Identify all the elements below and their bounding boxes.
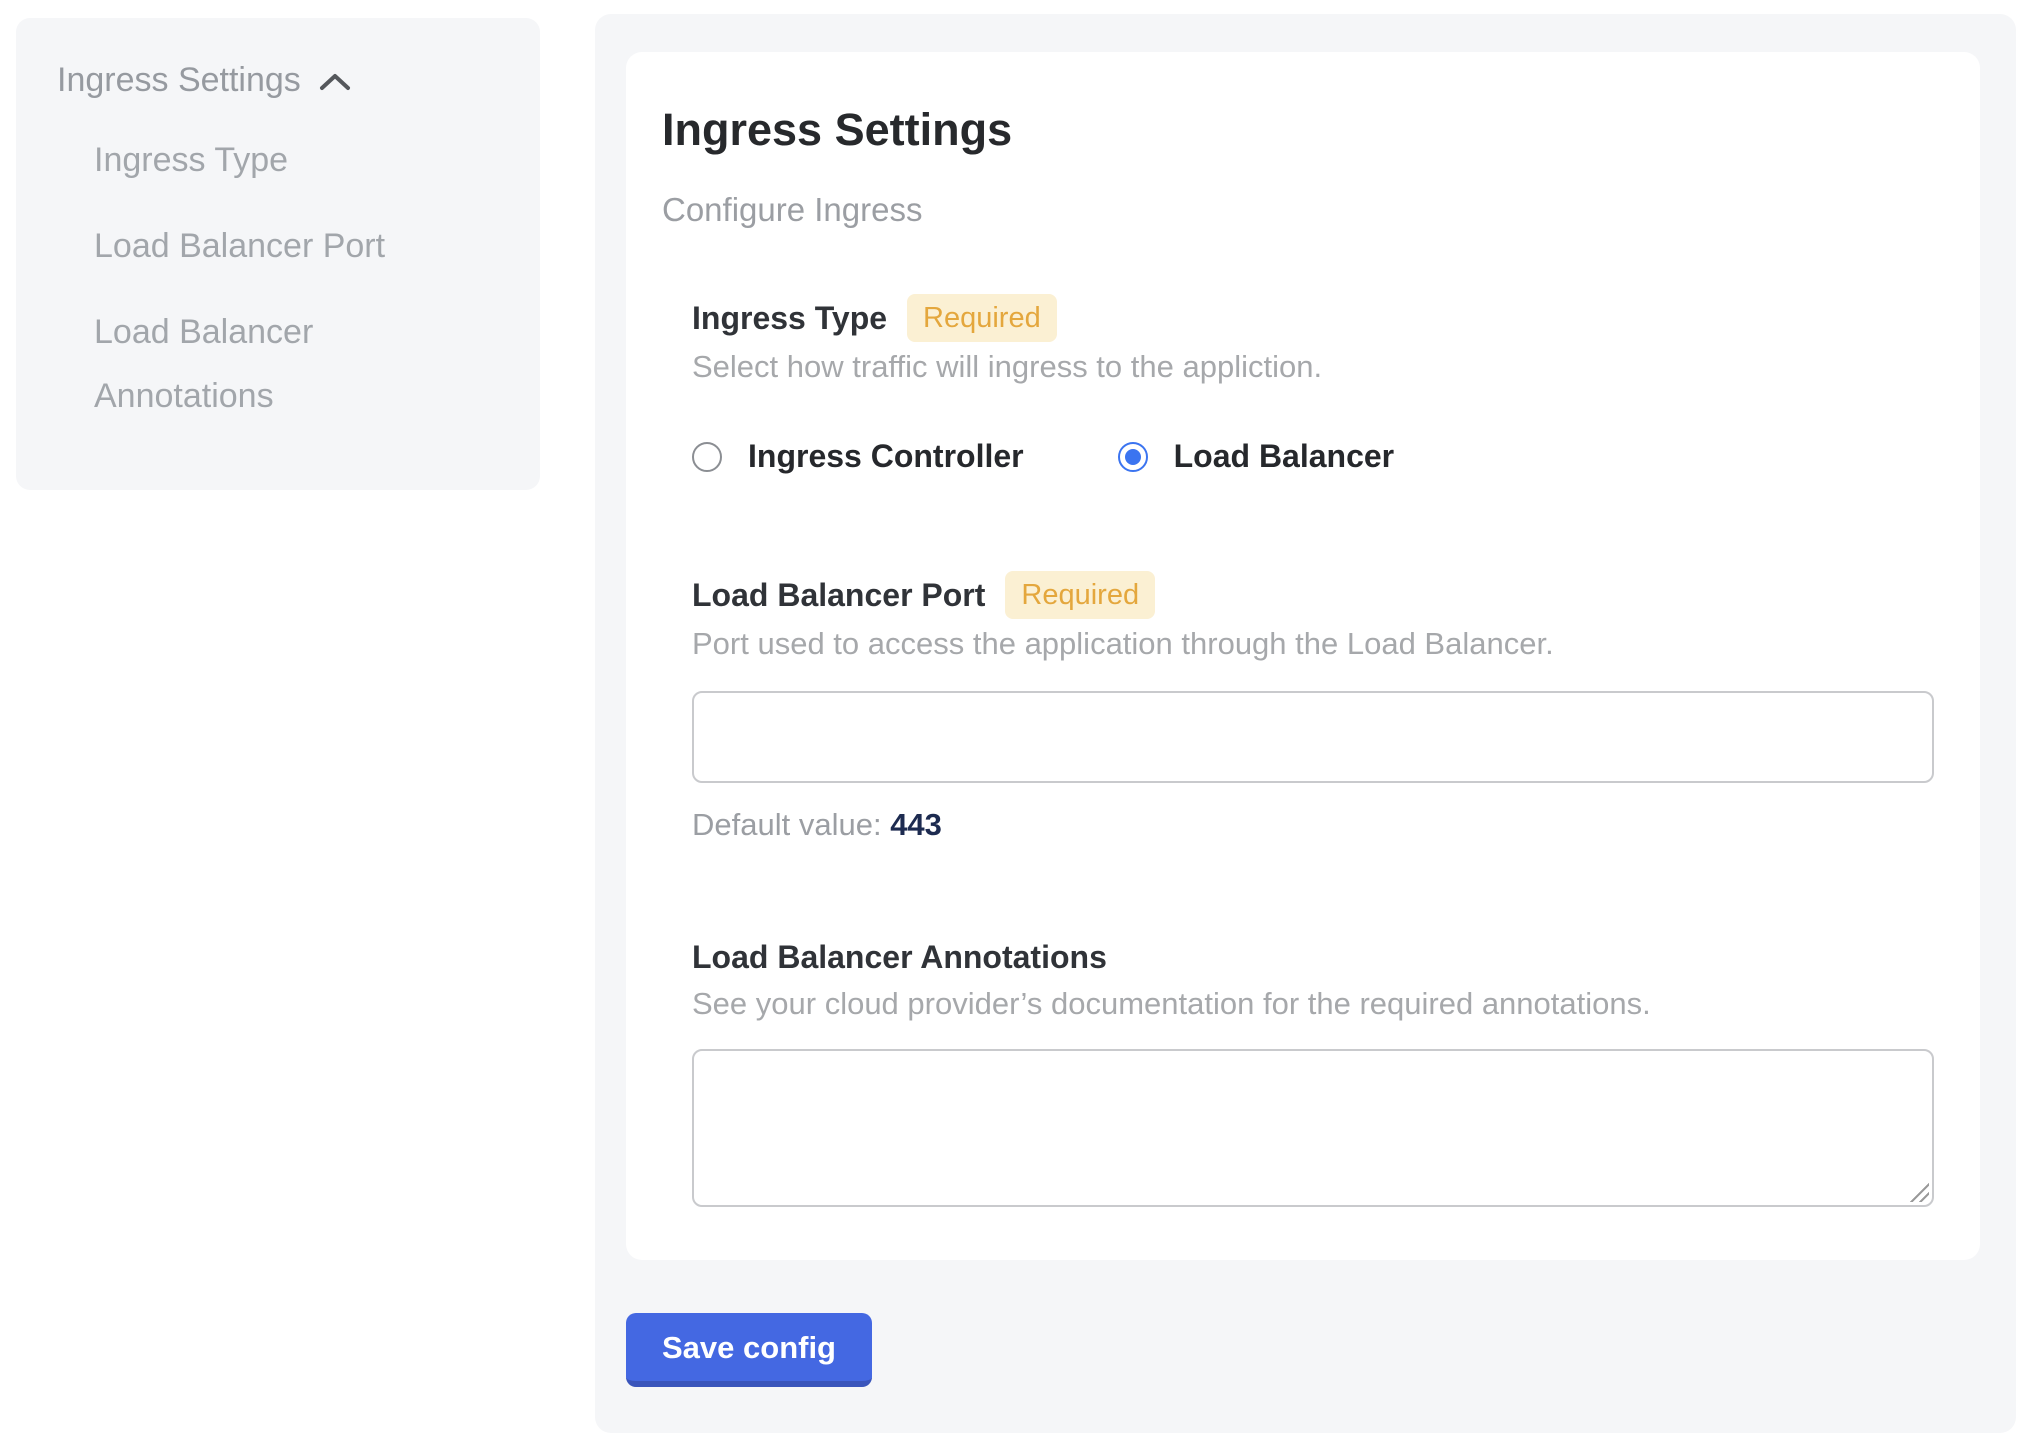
ingress-settings-card: Ingress Settings Configure Ingress Ingre… [626, 52, 1980, 1260]
chevron-up-icon[interactable] [319, 72, 351, 92]
page-title: Ingress Settings [662, 102, 1944, 158]
default-value-line: Default value: 443 [692, 807, 1934, 843]
sidebar-item-list: Ingress Type Load Balancer Port Load Bal… [94, 128, 504, 428]
radio-option-load-balancer[interactable]: Load Balancer [1118, 438, 1395, 475]
load-balancer-annotations-textarea[interactable] [692, 1049, 1934, 1207]
resize-handle-icon[interactable] [1909, 1182, 1929, 1202]
ingress-type-label: Ingress Type [692, 296, 887, 340]
radio-label-ingress-controller: Ingress Controller [748, 438, 1024, 475]
default-value-label: Default value: [692, 807, 882, 842]
sidebar-group-ingress-settings[interactable]: Ingress Settings [57, 58, 504, 102]
radio-dot [1125, 449, 1141, 465]
save-config-button[interactable]: Save config [626, 1313, 872, 1387]
settings-sidebar: Ingress Settings Ingress Type Load Balan… [16, 18, 540, 490]
load-balancer-annotations-help: See your cloud provider’s documentation … [692, 985, 1934, 1023]
load-balancer-annotations-label: Load Balancer Annotations [692, 935, 1107, 979]
ingress-type-section: Ingress Type Required Select how traffic… [692, 294, 1934, 475]
radio-option-ingress-controller[interactable]: Ingress Controller [692, 438, 1024, 475]
load-balancer-port-section: Load Balancer Port Required Port used to… [692, 571, 1934, 843]
default-value: 443 [890, 807, 942, 842]
sidebar-group-label: Ingress Settings [57, 58, 301, 102]
load-balancer-port-input[interactable] [692, 691, 1934, 783]
radio-checked-icon[interactable] [1118, 442, 1148, 472]
load-balancer-port-label: Load Balancer Port [692, 573, 985, 617]
load-balancer-annotations-section: Load Balancer Annotations See your cloud… [692, 935, 1934, 1207]
load-balancer-port-help: Port used to access the application thro… [692, 625, 1934, 663]
ingress-type-help: Select how traffic will ingress to the a… [692, 348, 1934, 386]
sidebar-item-load-balancer-annotations[interactable]: Load Balancer Annotations [94, 300, 446, 428]
radio-label-load-balancer: Load Balancer [1174, 438, 1395, 475]
page-subtitle: Configure Ingress [662, 190, 1944, 230]
sidebar-item-ingress-type[interactable]: Ingress Type [94, 128, 446, 192]
radio-unchecked-icon[interactable] [692, 442, 722, 472]
required-badge: Required [907, 294, 1057, 342]
ingress-type-radio-group: Ingress Controller Load Balancer [692, 438, 1934, 475]
ingress-settings-panel: Ingress Settings Configure Ingress Ingre… [595, 14, 2016, 1433]
annotations-textarea-wrap [692, 1049, 1934, 1207]
required-badge: Required [1005, 571, 1155, 619]
sidebar-item-load-balancer-port[interactable]: Load Balancer Port [94, 214, 446, 278]
